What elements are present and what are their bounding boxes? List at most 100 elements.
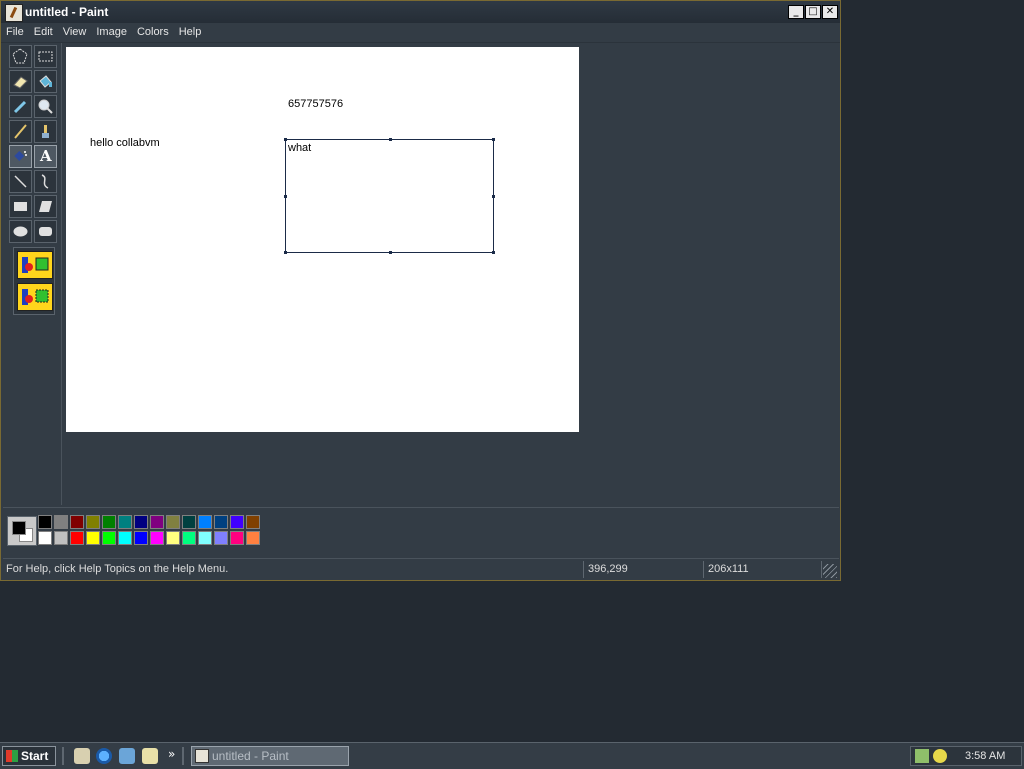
color-swatch[interactable]	[166, 515, 180, 529]
textbox-content[interactable]: what	[288, 142, 311, 154]
color-swatch[interactable]	[230, 515, 244, 529]
color-swatch[interactable]	[86, 515, 100, 529]
tray-app-icon[interactable]	[933, 749, 947, 763]
tool-line[interactable]	[9, 170, 32, 193]
show-desktop-icon[interactable]	[74, 748, 90, 764]
menu-image[interactable]: Image	[91, 23, 132, 42]
paint-window: untitled - Paint _ □ ✕ File Edit View Image…	[0, 0, 841, 581]
resize-handle-s[interactable]	[389, 251, 392, 254]
resize-handle-nw[interactable]	[284, 138, 287, 141]
menu-colors[interactable]: Colors	[132, 23, 174, 42]
transparent-background-option[interactable]	[17, 283, 53, 311]
color-swatch[interactable]	[246, 515, 260, 529]
canvas-hello-text: hello collabvm	[90, 137, 160, 149]
color-swatch[interactable]	[134, 531, 148, 545]
status-selection-size: 206x111	[708, 563, 749, 575]
color-swatch[interactable]	[246, 531, 260, 545]
line-icon	[14, 175, 27, 188]
canvas-number-text: 657757576	[288, 98, 344, 110]
tool-curve[interactable]	[34, 170, 57, 193]
minimize-button[interactable]: _	[788, 5, 804, 19]
color-swatch[interactable]	[198, 531, 212, 545]
color-swatch[interactable]	[102, 531, 116, 545]
color-swatch[interactable]	[182, 531, 196, 545]
close-button[interactable]: ✕	[822, 5, 838, 19]
color-swatch[interactable]	[102, 515, 116, 529]
resize-handle-ne[interactable]	[492, 138, 495, 141]
color-swatch[interactable]	[86, 531, 100, 545]
resize-handle-e[interactable]	[492, 195, 495, 198]
tool-brush[interactable]	[34, 120, 57, 143]
rect-select-icon	[38, 51, 53, 62]
tool-rounded-rect[interactable]	[34, 220, 57, 243]
start-button[interactable]: Start	[2, 746, 56, 766]
tool-magnifier[interactable]	[34, 95, 57, 118]
resize-handle-sw[interactable]	[284, 251, 287, 254]
color-swatch[interactable]	[150, 515, 164, 529]
quicklaunch-more-chevron[interactable]: »	[168, 747, 175, 761]
color-swatch[interactable]	[182, 515, 196, 529]
menu-help[interactable]: Help	[174, 23, 207, 42]
text-input-box[interactable]: what	[284, 138, 495, 254]
taskbar: Start » untitled - Paint 3:58 AM	[0, 742, 1024, 769]
tool-polygon[interactable]	[34, 195, 57, 218]
menu-file[interactable]: File	[1, 23, 29, 42]
tool-fill[interactable]	[34, 70, 57, 93]
current-colors[interactable]	[7, 516, 37, 546]
color-swatch[interactable]	[70, 515, 84, 529]
resize-handle-w[interactable]	[284, 195, 287, 198]
status-help-text: For Help, click Help Topics on the Help …	[6, 563, 229, 575]
color-swatch[interactable]	[150, 531, 164, 545]
menu-view[interactable]: View	[58, 23, 92, 42]
free-select-icon	[12, 48, 28, 64]
tool-pencil[interactable]	[9, 120, 32, 143]
tool-eraser[interactable]	[9, 70, 32, 93]
menu-bar: File Edit View Image Colors Help	[1, 23, 840, 43]
menu-edit[interactable]: Edit	[29, 23, 58, 42]
taskbar-button-paint[interactable]: untitled - Paint	[191, 746, 349, 766]
taskbar-clock[interactable]: 3:58 AM	[965, 750, 1005, 762]
transparent-mode-icon	[22, 289, 49, 305]
pencil-icon	[14, 124, 27, 139]
tool-ellipse[interactable]	[9, 220, 32, 243]
tool-airbrush[interactable]	[9, 145, 32, 168]
color-swatch[interactable]	[166, 531, 180, 545]
color-swatch[interactable]	[198, 515, 212, 529]
resize-handle-se[interactable]	[492, 251, 495, 254]
maximize-button[interactable]: □	[805, 5, 821, 19]
tool-options-panel	[13, 247, 55, 315]
toolbox: A	[3, 43, 62, 505]
color-swatch[interactable]	[38, 515, 52, 529]
tool-free-select[interactable]	[9, 45, 32, 68]
tool-rectangle[interactable]	[9, 195, 32, 218]
network-icon[interactable]	[915, 749, 929, 763]
color-swatch[interactable]	[54, 531, 68, 545]
windows-explorer-icon[interactable]	[142, 748, 158, 764]
color-swatch[interactable]	[134, 515, 148, 529]
curve-icon	[41, 174, 49, 189]
outlook-express-icon[interactable]	[119, 748, 135, 764]
canvas-area[interactable]: 657757576 hello collabvm what	[62, 43, 839, 505]
status-bar: For Help, click Help Topics on the Help …	[3, 558, 839, 580]
status-divider	[583, 561, 584, 578]
internet-explorer-icon[interactable]	[96, 748, 112, 764]
paint-app-icon[interactable]	[5, 4, 23, 22]
color-swatch[interactable]	[70, 531, 84, 545]
text-tool-icon: A	[40, 147, 52, 165]
drawing-canvas[interactable]: 657757576 hello collabvm what	[66, 47, 579, 432]
tool-rect-select[interactable]	[34, 45, 57, 68]
color-swatch[interactable]	[118, 531, 132, 545]
color-swatch[interactable]	[214, 515, 228, 529]
color-swatch[interactable]	[38, 531, 52, 545]
color-swatch[interactable]	[118, 515, 132, 529]
color-swatch[interactable]	[54, 515, 68, 529]
opaque-background-option[interactable]	[17, 251, 53, 279]
color-swatch[interactable]	[214, 531, 228, 545]
resize-grip[interactable]	[823, 564, 837, 578]
title-bar[interactable]: untitled - Paint _ □ ✕	[1, 1, 840, 24]
tool-text[interactable]: A	[34, 145, 57, 168]
tool-color-picker[interactable]	[9, 95, 32, 118]
resize-handle-n[interactable]	[389, 138, 392, 141]
eraser-icon	[13, 76, 28, 89]
color-swatch[interactable]	[230, 531, 244, 545]
